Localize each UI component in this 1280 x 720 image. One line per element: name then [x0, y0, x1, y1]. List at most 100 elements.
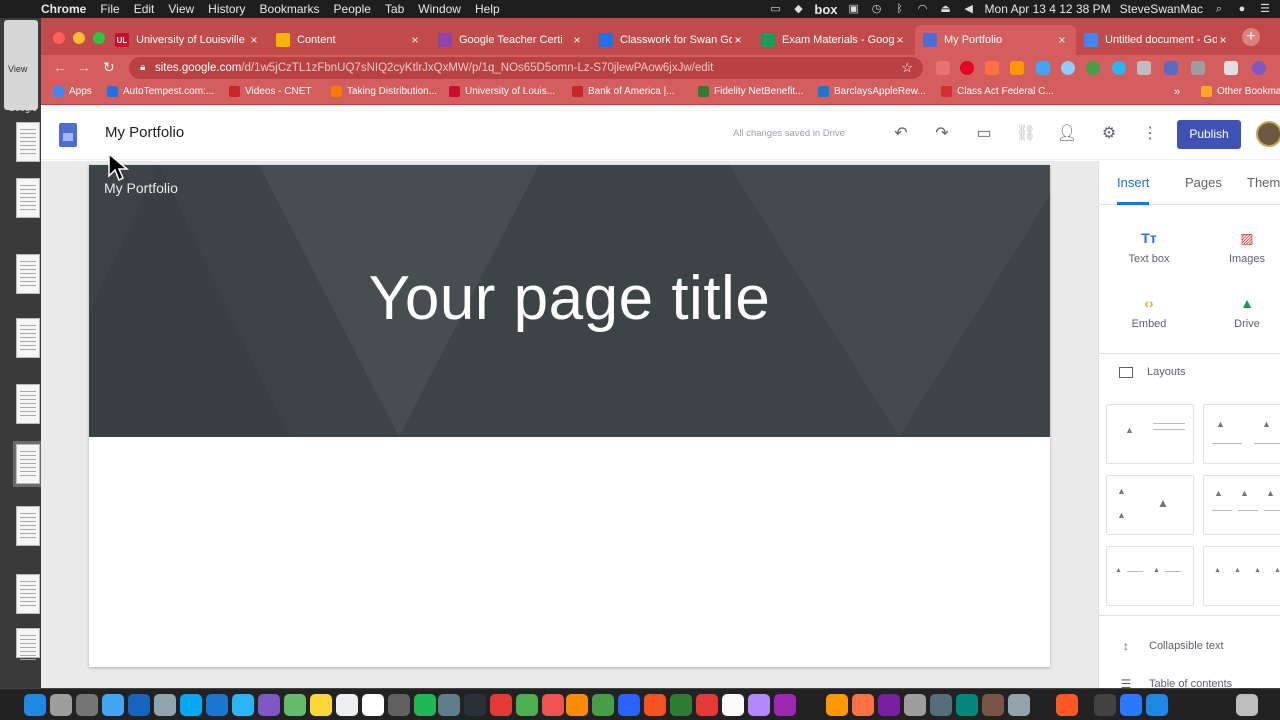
browser-tab[interactable]: Untitled document - Goo ×	[1076, 25, 1237, 55]
volume-icon[interactable]: ◀	[962, 3, 976, 15]
doc-thumbnail[interactable]	[16, 254, 40, 294]
close-tab-icon[interactable]: ×	[571, 33, 583, 47]
menu-help[interactable]: Help	[468, 0, 507, 18]
time-machine-icon[interactable]: ◷	[870, 3, 884, 15]
airplay-icon[interactable]: ▣	[847, 3, 861, 15]
extension-icon[interactable]	[1191, 61, 1205, 75]
header-banner[interactable]: My Portfolio Your page title	[89, 165, 1050, 437]
dock-app-icon[interactable]	[180, 694, 202, 716]
menubar-clock[interactable]: Mon Apr 13 4 12 38 PM	[985, 2, 1111, 16]
browser-tab[interactable]: My Portfolio ×	[915, 25, 1076, 55]
dock-app-icon[interactable]	[310, 694, 332, 716]
dock-app-icon[interactable]	[592, 694, 614, 716]
layout-option[interactable]: ▲	[1106, 404, 1194, 464]
dock-app-icon[interactable]	[102, 694, 124, 716]
dock-app-icon[interactable]	[644, 694, 666, 716]
spotlight-search-icon[interactable]: ⌕	[1212, 3, 1226, 15]
back-icon[interactable]: ←	[53, 59, 67, 75]
menu-people[interactable]: People	[327, 0, 378, 18]
menu-window[interactable]: Window	[411, 0, 468, 18]
bookmark-item[interactable]: Apps	[53, 86, 92, 97]
bookmark-item[interactable]: Videos - CNET	[229, 86, 312, 97]
extension-icon[interactable]	[936, 61, 950, 75]
close-tab-icon[interactable]: ×	[894, 33, 906, 47]
dock-app-icon[interactable]	[982, 694, 1004, 716]
dock-app-icon[interactable]	[1094, 694, 1116, 716]
pinterest-icon[interactable]	[960, 61, 974, 75]
layouts-header[interactable]: Layouts	[1119, 366, 1186, 378]
rss-icon[interactable]	[1010, 61, 1024, 75]
more-options-icon[interactable]: ⋮	[1139, 123, 1161, 145]
doc-thumbnail[interactable]	[16, 574, 40, 614]
dock-app-icon[interactable]	[232, 694, 254, 716]
insert-table-of-contents[interactable]: ☰ Table of contents	[1119, 677, 1233, 688]
close-tab-icon[interactable]: ×	[1217, 33, 1229, 47]
dock-app-icon[interactable]	[1056, 694, 1078, 716]
doc-thumbnail[interactable]	[16, 178, 40, 218]
bookmark-item[interactable]: Class Act Federal C...	[941, 86, 1054, 97]
grammarly-icon[interactable]	[1086, 61, 1100, 75]
layout-option[interactable]: ▲ ▲	[1106, 546, 1194, 606]
dock-app-icon[interactable]	[128, 694, 150, 716]
new-tab-button[interactable]: +	[1242, 28, 1260, 46]
zoom-window-button[interactable]	[93, 32, 105, 44]
insert-drive[interactable]: ▲ Drive	[1207, 294, 1280, 330]
dock-app-icon[interactable]	[438, 694, 460, 716]
extension-icon[interactable]	[1112, 61, 1126, 75]
google-sites-logo-icon[interactable]	[59, 123, 77, 147]
insert-collapsible-text[interactable]: ↕ Collapsible text	[1119, 639, 1224, 653]
lock-icon[interactable]: 🔒︎	[140, 57, 145, 79]
minimize-window-button[interactable]	[73, 32, 85, 44]
menu-history[interactable]: History	[201, 0, 252, 18]
address-bar[interactable]: 🔒︎ sites.google.com/d/1w5jCzTL1zFbnUQ7sN…	[129, 57, 923, 79]
dock-app-icon[interactable]	[904, 694, 926, 716]
close-tab-icon[interactable]: ×	[1056, 33, 1068, 47]
dock-app-icon[interactable]	[826, 694, 848, 716]
dock-app-icon[interactable]	[76, 694, 98, 716]
banner-site-name[interactable]: My Portfolio	[104, 180, 178, 196]
dropbox-icon[interactable]: ◆	[791, 3, 805, 15]
dock-app-icon[interactable]	[1008, 694, 1030, 716]
menu-app-name[interactable]: Chrome	[34, 0, 93, 18]
bookmark-item[interactable]: AutoTempest.com:...	[107, 86, 214, 97]
browser-tab[interactable]: UL University of Louisville ×	[107, 25, 268, 55]
dock-app-icon[interactable]	[206, 694, 228, 716]
insert-text-box[interactable]: Tт Text box	[1109, 229, 1189, 265]
extension-icon[interactable]	[985, 61, 999, 75]
browser-tab[interactable]: Classwork for Swan Goog×	[591, 25, 752, 55]
wifi-icon[interactable]: ◠	[916, 3, 930, 15]
dock-app-icon[interactable]	[362, 694, 384, 716]
dock-app-icon[interactable]	[464, 694, 486, 716]
dock-app-icon[interactable]	[154, 694, 176, 716]
bookmark-item[interactable]: Bank of America |...	[572, 86, 675, 97]
redo-icon[interactable]: ↷	[931, 123, 953, 145]
preview-icon[interactable]: ▭	[973, 123, 995, 145]
notification-center-icon[interactable]: ☰	[1258, 3, 1272, 15]
browser-tab[interactable]: Exam Materials - Google ×	[753, 25, 914, 55]
copy-link-icon[interactable]: ⛓	[1015, 123, 1037, 145]
menu-edit[interactable]: Edit	[127, 0, 162, 18]
account-avatar[interactable]	[1256, 121, 1280, 147]
insert-images[interactable]: ▨ Images	[1207, 229, 1280, 265]
menu-file[interactable]: File	[93, 0, 126, 18]
settings-gear-icon[interactable]: ⚙	[1098, 123, 1120, 145]
bookmark-star-icon[interactable]: ☆	[901, 57, 913, 79]
dock-app-icon[interactable]	[722, 694, 744, 716]
tab-themes[interactable]: Themes	[1247, 175, 1280, 190]
layout-option[interactable]: ▲ ▲ ▲	[1203, 475, 1280, 535]
doc-thumbnail[interactable]	[16, 506, 40, 546]
siri-icon[interactable]: ●	[1235, 3, 1249, 15]
close-tab-icon[interactable]: ×	[409, 33, 421, 47]
layout-option[interactable]: ▲ ▲	[1203, 404, 1280, 464]
profile-icon[interactable]	[1252, 61, 1266, 75]
dock-app-icon[interactable]	[670, 694, 692, 716]
dock-app-icon[interactable]	[748, 694, 770, 716]
box-logo[interactable]: box	[814, 2, 837, 17]
dock-app-icon[interactable]	[50, 694, 72, 716]
dock-app-icon[interactable]	[1120, 694, 1142, 716]
view-label[interactable]: View	[8, 64, 27, 74]
dock-app-icon[interactable]	[774, 694, 796, 716]
layout-option[interactable]: ▲ ▲ ▲ ▲	[1203, 546, 1280, 606]
bluetooth-icon[interactable]: ᛒ	[893, 3, 907, 15]
browser-tab[interactable]: Content ×	[268, 25, 429, 55]
